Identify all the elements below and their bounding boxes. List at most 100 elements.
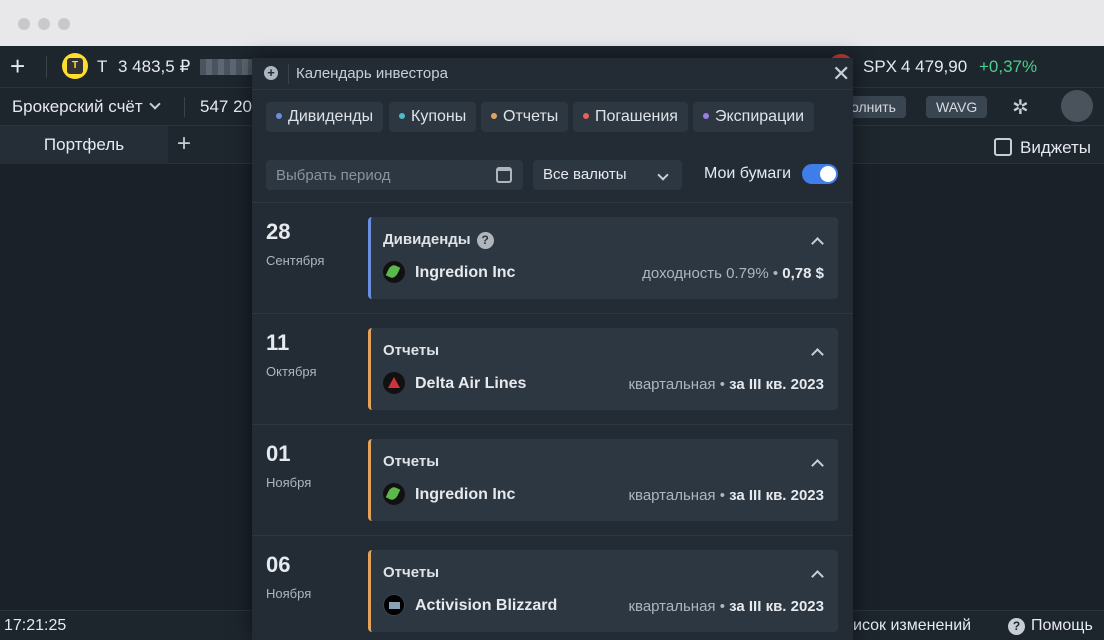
blurred-value — [200, 59, 252, 75]
detail-muted: доходность 0.79% • — [642, 265, 783, 282]
top-up-button[interactable]: олнить — [845, 96, 906, 118]
broker-balance: 3 483,5 ₽ — [118, 57, 191, 76]
event-type-label: Отчеты — [383, 453, 440, 470]
chevron-down-icon — [149, 98, 161, 110]
event-type-label: Отчеты — [383, 564, 440, 581]
event-type-label: Дивиденды — [383, 231, 471, 248]
ingredion-logo-icon — [383, 261, 405, 283]
widgets-button[interactable]: Виджеты — [994, 135, 1091, 158]
filter-label: Купоны — [411, 108, 467, 125]
filter-reports[interactable]: Отчеты — [481, 102, 569, 132]
detail-bold: 0,78 $ — [782, 265, 824, 282]
help-link[interactable]: ? Помощь — [1008, 617, 1093, 635]
help-label: Помощь — [1031, 617, 1093, 634]
event-month: Ноября — [266, 475, 312, 490]
broker-letter: Т — [97, 57, 108, 76]
window-zoom-dot[interactable] — [58, 18, 70, 30]
coupons-dot — [399, 113, 405, 119]
account-label: Брокерский счёт — [12, 97, 143, 116]
wavg-badge[interactable]: WAVG — [926, 96, 988, 118]
clock: 17:21:25 — [4, 617, 67, 634]
my-securities-toggle[interactable] — [802, 164, 838, 184]
widgets-icon — [994, 138, 1012, 156]
event-detail: доходность 0.79% • 0,78 $ — [642, 265, 824, 282]
delta-logo-icon — [383, 372, 405, 394]
filter-label: Экспирации — [715, 108, 805, 125]
filter-expirations[interactable]: Экспирации — [693, 102, 815, 132]
event-detail: квартальная • за III кв. 2023 — [628, 598, 824, 615]
add-tab-button[interactable]: + — [177, 130, 191, 158]
account-value: 547 20 — [200, 97, 252, 116]
close-icon[interactable]: ✕ — [832, 61, 850, 87]
event-month: Сентября — [266, 253, 325, 268]
company-name[interactable]: Activision Blizzard — [415, 597, 557, 615]
changelog-link[interactable]: исок изменений — [853, 617, 971, 635]
company-name[interactable]: Delta Air Lines — [415, 375, 526, 393]
divider — [46, 56, 47, 78]
help-icon: ? — [1008, 618, 1025, 635]
currency-select[interactable]: Все валюты — [533, 160, 682, 190]
period-picker[interactable] — [266, 160, 523, 190]
add-ticker-button[interactable]: + — [10, 52, 25, 80]
event-type: Дивиденды? — [383, 231, 494, 249]
event-card[interactable]: Дивиденды? Ingredion Inc доходность 0.79… — [368, 217, 838, 299]
avatar[interactable] — [1061, 90, 1093, 122]
ingredion-logo-icon — [383, 483, 405, 505]
expirations-dot — [703, 113, 709, 119]
widgets-label: Виджеты — [1020, 138, 1092, 157]
divider — [288, 64, 289, 84]
chevron-up-icon[interactable] — [811, 348, 824, 361]
event-row: 11 Октября Отчеты Delta Air Lines кварта… — [252, 313, 853, 424]
dividends-dot — [276, 113, 282, 119]
event-day: 11 — [266, 330, 290, 355]
event-card[interactable]: Отчеты Activision Blizzard квартальная •… — [368, 550, 838, 632]
detail-muted: квартальная • — [628, 598, 730, 615]
event-card[interactable]: Отчеты Ingredion Inc квартальная • за II… — [368, 439, 838, 521]
add-circle-icon[interactable]: + — [264, 66, 278, 80]
detail-muted: квартальная • — [628, 487, 730, 504]
calendar-icon[interactable] — [496, 167, 512, 183]
filter-label: Погашения — [595, 108, 678, 125]
filter-coupons[interactable]: Купоны — [389, 102, 477, 132]
redemptions-dot — [583, 113, 589, 119]
period-input[interactable] — [266, 160, 486, 190]
event-detail: квартальная • за III кв. 2023 — [628, 376, 824, 393]
detail-bold: за III кв. 2023 — [729, 376, 824, 393]
detail-muted: квартальная • — [628, 376, 730, 393]
filter-redemptions[interactable]: Погашения — [573, 102, 688, 132]
help-icon[interactable]: ? — [476, 232, 494, 249]
detail-bold: за III кв. 2023 — [729, 487, 824, 504]
event-month: Ноября — [266, 586, 312, 601]
filter-dividends[interactable]: Дивиденды — [266, 102, 384, 132]
window-titlebar — [0, 0, 1104, 46]
event-type-label: Отчеты — [383, 342, 440, 359]
company-name[interactable]: Ingredion Inc — [415, 264, 515, 282]
panel-title: Календарь инвестора — [296, 65, 448, 82]
toggle-knob — [820, 166, 836, 182]
window-close-dot[interactable] — [18, 18, 30, 30]
chevron-up-icon[interactable] — [811, 237, 824, 250]
detail-bold: за III кв. 2023 — [729, 598, 824, 615]
chevron-up-icon[interactable] — [811, 459, 824, 472]
event-row: 06 Ноября Отчеты Activision Blizzard ква… — [252, 535, 853, 640]
company-name[interactable]: Ingredion Inc — [415, 486, 515, 504]
window-minimize-dot[interactable] — [38, 18, 50, 30]
broker-logo-letter: Т — [67, 58, 83, 74]
filter-label: Дивиденды — [288, 108, 374, 125]
index-change: +0,37% — [979, 57, 1038, 76]
chevron-down-icon — [657, 169, 669, 181]
event-day: 01 — [266, 441, 291, 466]
investor-calendar-panel: + Календарь инвестора ✕ Дивиденды Купоны… — [252, 58, 853, 640]
chevron-up-icon[interactable] — [811, 570, 824, 583]
snowflake-icon[interactable]: ✲ — [1012, 95, 1029, 120]
currency-value: Все валюты — [543, 166, 627, 183]
account-selector[interactable]: Брокерский счёт — [12, 97, 161, 117]
event-detail: квартальная • за III кв. 2023 — [628, 487, 824, 504]
index-name[interactable]: SPX — [863, 57, 897, 77]
index-value: 4 479,90 — [901, 57, 968, 76]
tab-portfolio[interactable]: Портфель — [0, 126, 168, 164]
event-row: 01 Ноября Отчеты Ingredion Inc квартальн… — [252, 424, 853, 535]
event-card[interactable]: Отчеты Delta Air Lines квартальная • за … — [368, 328, 838, 410]
divider — [184, 97, 185, 117]
activision-logo-icon — [383, 594, 405, 616]
